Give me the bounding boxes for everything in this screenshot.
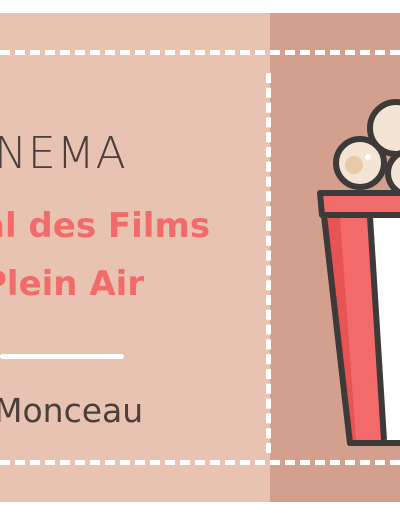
event-title-line-2: Plein Air — [0, 264, 145, 304]
event-location: Monceau — [0, 391, 144, 430]
perforation-divider — [266, 73, 271, 453]
ticket: NEMA al des Films Plein Air Monceau — [0, 13, 400, 502]
event-title-line-1: al des Films — [0, 206, 211, 246]
category-label: NEMA — [0, 128, 127, 179]
popcorn-icon — [317, 99, 400, 446]
perforation-top — [0, 50, 400, 55]
divider-rule — [0, 354, 124, 359]
